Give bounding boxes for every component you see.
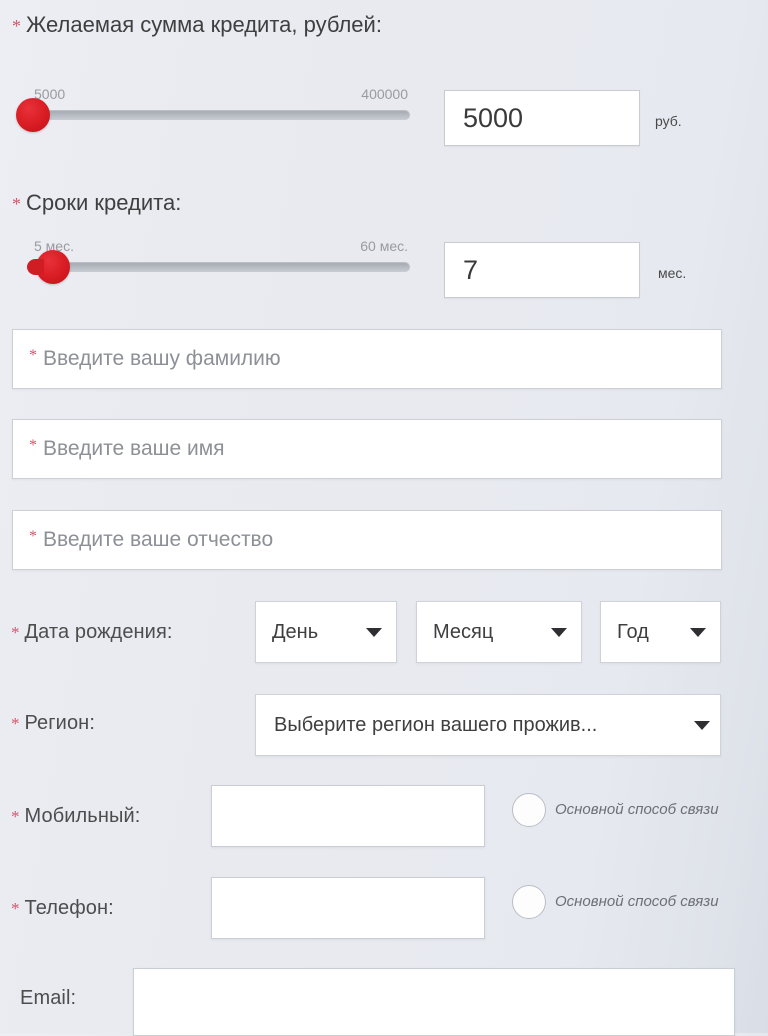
phone-input[interactable] xyxy=(211,877,485,939)
birthdate-month-select[interactable]: Месяц xyxy=(416,601,582,663)
term-section-heading: * Сроки кредита: xyxy=(12,190,181,216)
radio-button-icon[interactable] xyxy=(512,793,546,827)
amount-slider-track[interactable] xyxy=(32,110,410,120)
birthdate-year-select[interactable]: Год xyxy=(600,601,721,663)
birthdate-day-select[interactable]: День xyxy=(255,601,397,663)
amount-slider-scale: 5000 400000 xyxy=(14,86,410,104)
required-asterisk-icon: * xyxy=(29,437,37,454)
phone-primary-contact-option[interactable]: Основной способ связи xyxy=(512,885,719,919)
firstname-placeholder: * Введите ваше имя xyxy=(13,437,225,461)
mobile-primary-contact-option[interactable]: Основной способ связи xyxy=(512,793,719,827)
phone-primary-contact-label: Основной способ связи xyxy=(555,892,719,910)
amount-slider[interactable]: 5000 400000 xyxy=(14,86,410,136)
mobile-input[interactable] xyxy=(211,785,485,847)
region-label-row: * Регион: xyxy=(11,706,95,740)
term-unit-label: мес. xyxy=(658,265,687,281)
required-asterisk-icon: * xyxy=(11,622,20,642)
email-label-row: Email: xyxy=(20,981,76,1015)
firstname-placeholder-text: Введите ваше имя xyxy=(43,437,225,460)
lastname-placeholder: * Введите вашу фамилию xyxy=(13,347,281,371)
chevron-down-icon[interactable] xyxy=(551,627,567,637)
required-asterisk-icon: * xyxy=(11,713,20,733)
amount-slider-max-label: 400000 xyxy=(361,86,408,102)
term-slider-scale: 5 мес. 60 мес. xyxy=(14,238,410,256)
term-slider-track[interactable] xyxy=(32,262,410,272)
region-label: Регион: xyxy=(24,711,95,734)
required-asterisk-icon: * xyxy=(29,347,37,364)
mobile-label: Мобильный: xyxy=(24,804,141,827)
term-slider[interactable]: 5 мес. 60 мес. xyxy=(14,238,410,288)
amount-input[interactable]: 5000 xyxy=(444,90,640,146)
birthdate-day-value: День xyxy=(272,620,319,643)
mobile-label-row: * Мобильный: xyxy=(11,799,140,833)
chevron-down-icon[interactable] xyxy=(366,627,382,637)
term-input[interactable]: 7 xyxy=(444,242,640,298)
phone-label-row: * Телефон: xyxy=(11,891,114,925)
amount-unit-label: руб. xyxy=(655,113,682,129)
patronymic-placeholder: * Введите ваше отчество xyxy=(13,528,273,552)
term-slider-handle[interactable] xyxy=(27,250,70,284)
region-select[interactable]: Выберите регион вашего прожив... xyxy=(255,694,721,756)
region-selected-value: Выберите регион вашего прожив... xyxy=(274,713,598,736)
term-input-value: 7 xyxy=(463,254,479,285)
amount-input-value: 5000 xyxy=(463,102,524,133)
birthdate-year-value: Год xyxy=(617,620,649,643)
birthdate-month-value: Месяц xyxy=(433,620,494,643)
patronymic-placeholder-text: Введите ваше отчество xyxy=(43,528,274,551)
term-heading-text: Сроки кредита: xyxy=(26,190,182,215)
amount-slider-handle[interactable] xyxy=(16,98,50,132)
phone-label: Телефон: xyxy=(24,896,114,919)
required-asterisk-icon: * xyxy=(29,528,37,545)
amount-section-heading: * Желаемая сумма кредита, рублей: xyxy=(12,12,382,38)
email-label: Email: xyxy=(20,986,77,1009)
required-asterisk-icon: * xyxy=(11,806,20,826)
required-asterisk-icon: * xyxy=(12,16,21,36)
lastname-placeholder-text: Введите вашу фамилию xyxy=(43,347,281,370)
radio-button-icon[interactable] xyxy=(512,885,546,919)
email-input[interactable] xyxy=(133,968,735,1036)
mobile-primary-contact-label: Основной способ связи xyxy=(555,800,719,818)
chevron-down-icon[interactable] xyxy=(690,627,706,637)
lastname-input[interactable]: * Введите вашу фамилию xyxy=(12,329,722,389)
term-slider-max-label: 60 мес. xyxy=(360,238,408,254)
birthdate-label-row: * Дата рождения: xyxy=(11,615,173,649)
credit-application-form: * Желаемая сумма кредита, рублей: 5000 4… xyxy=(0,0,768,1036)
patronymic-input[interactable]: * Введите ваше отчество xyxy=(12,510,722,570)
required-asterisk-icon: * xyxy=(11,898,20,918)
firstname-input[interactable]: * Введите ваше имя xyxy=(12,419,722,479)
birthdate-label: Дата рождения: xyxy=(24,620,173,643)
required-asterisk-icon: * xyxy=(12,194,21,214)
chevron-down-icon[interactable] xyxy=(694,720,710,730)
amount-heading-text: Желаемая сумма кредита, рублей: xyxy=(26,12,382,37)
